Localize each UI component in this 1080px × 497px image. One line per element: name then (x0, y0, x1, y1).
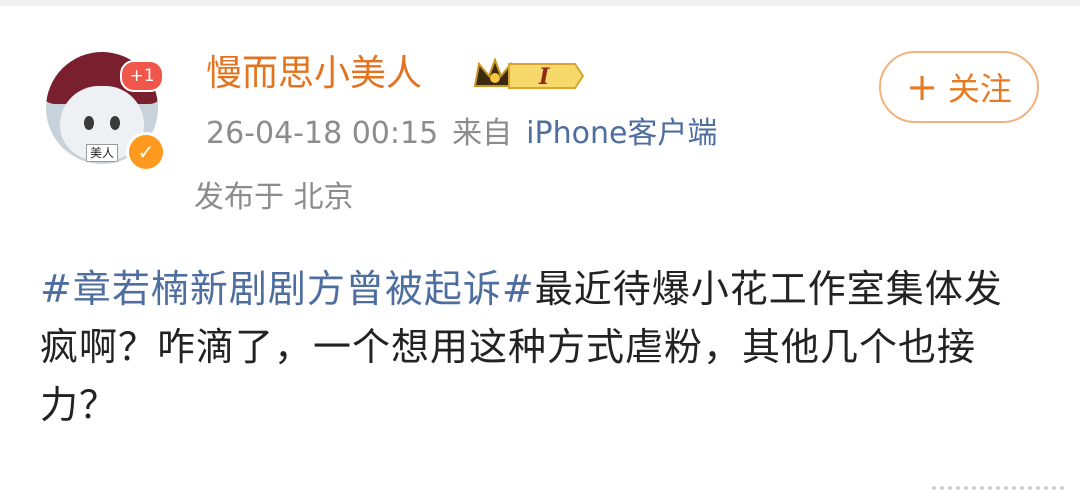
post-location: 发布于 北京 (194, 180, 354, 215)
post-timestamp: 26-04-18 00:15 (206, 116, 439, 151)
post-source[interactable]: iPhone客户端 (526, 116, 717, 151)
plus-icon: + (906, 65, 938, 109)
vip-level: I (538, 64, 550, 90)
notification-count-badge: +1 (120, 60, 164, 92)
post-content: #章若楠新剧剧方曾被起诉#最近待爆小花工作室集体发疯啊？咋滴了，一个想用这种方式… (40, 260, 1040, 434)
follow-button[interactable]: + 关注 (879, 51, 1039, 123)
follow-label: 关注 (947, 70, 1012, 108)
verified-icon: ✓ (126, 132, 166, 172)
divider (0, 0, 1080, 6)
from-label: 来自 (452, 116, 513, 151)
vip-crown-icon[interactable]: I (473, 56, 585, 96)
post-hashtag[interactable]: #章若楠新剧剧方曾被起诉# (40, 267, 535, 311)
username[interactable]: 慢而思小美人 (206, 50, 422, 98)
more-dots-icon (932, 486, 1064, 490)
weibo-post: 美人 +1 ✓ 慢而思小美人 I 26-04-18 00:15 来自 iPhone客… (0, 0, 1080, 497)
avatar-tag: 美人 (86, 144, 119, 162)
post-meta: 26-04-18 00:15 来自 iPhone客户端 (206, 114, 717, 154)
